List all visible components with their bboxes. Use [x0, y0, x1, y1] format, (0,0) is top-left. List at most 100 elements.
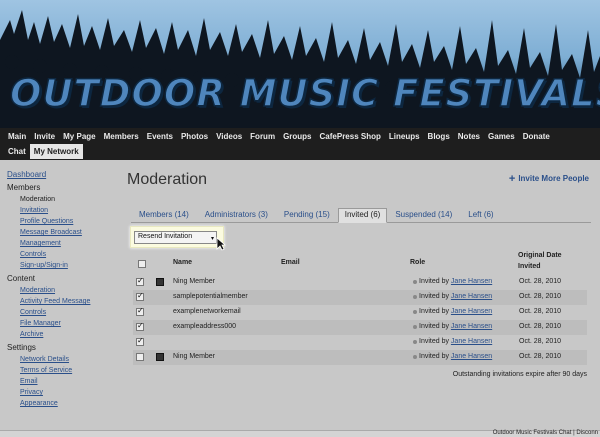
inviter-link[interactable]: Jane Hansen [451, 323, 492, 330]
row-checkbox[interactable] [136, 276, 144, 286]
tab-administrators[interactable]: Administrators (3) [197, 208, 276, 222]
role-prefix: Invited by [419, 308, 449, 315]
sidebar-item-members-message-broadcast[interactable]: Message Broadcast [20, 227, 118, 238]
sidebar-item-members-invitation[interactable]: Invitation [20, 205, 118, 216]
sidebar-item-members-moderation: Moderation [20, 196, 56, 203]
nav-item-photos[interactable]: Photos [177, 129, 212, 144]
inviter-link[interactable]: Jane Hansen [451, 338, 492, 345]
nav-item-videos[interactable]: Videos [212, 129, 246, 144]
row-checkbox[interactable] [136, 336, 144, 346]
sidebar-item-settings-network-details[interactable]: Network Details [20, 354, 118, 365]
status-dot-icon [413, 340, 417, 344]
column-header-date-line1: Original Date [518, 252, 562, 259]
member-name: examplenetworkemail [173, 308, 241, 315]
nav-item-cafepress-shop[interactable]: CafePress Shop [316, 129, 385, 144]
nav-item-blogs[interactable]: Blogs [424, 129, 454, 144]
table-header: Name Email Role Original Date Invited [135, 250, 587, 274]
sidebar-item-content-moderation[interactable]: Moderation [20, 285, 118, 296]
table-row: examplenetworkemail Invited by Jane Hanse… [133, 305, 587, 320]
sidebar-heading-content: Content [7, 274, 36, 283]
mouse-pointer-icon [216, 237, 226, 251]
sidebar-item-content-file-manager[interactable]: File Manager [20, 318, 118, 329]
inviter-link[interactable]: Jane Hansen [451, 293, 492, 300]
status-dot-icon [413, 310, 417, 314]
role-prefix: Invited by [419, 323, 449, 330]
tab-suspended[interactable]: Suspended (14) [387, 208, 460, 222]
sidebar-item-content-archive[interactable]: Archive [20, 329, 118, 340]
sidebar-item-settings-privacy[interactable]: Privacy [20, 387, 118, 398]
nav-row-primary: Main Invite My Page Members Events Photos Vide… [4, 129, 554, 144]
nav-item-groups[interactable]: Groups [279, 129, 315, 144]
invite-date: Oct. 28, 2010 [519, 308, 562, 315]
inviter-link[interactable]: Jane Hansen [451, 308, 492, 315]
chat-bar[interactable]: Outdoor Music Festivals Chat | Disconn [0, 430, 600, 437]
select-all-checkbox[interactable] [138, 260, 146, 268]
admin-sidebar: Dashboard Members Moderation Invitation Pro… [0, 160, 118, 430]
invited-table-body: Ning Member Invited by Jane Hansen Oct. 28… [133, 275, 587, 365]
member-name: Ning Member [173, 353, 216, 360]
nav-item-forum[interactable]: Forum [246, 129, 279, 144]
member-name: Ning Member [173, 278, 216, 285]
inviter-link[interactable]: Jane Hansen [451, 278, 492, 285]
row-checkbox[interactable] [136, 353, 144, 361]
tab-members[interactable]: Members (14) [131, 208, 197, 222]
sidebar-item-content-activity-feed-message[interactable]: Activity Feed Message [20, 296, 118, 307]
status-dot-icon [413, 295, 417, 299]
member-name: samplepotentialmember [173, 293, 248, 300]
invite-date: Oct. 28, 2010 [519, 278, 562, 285]
nav-item-main[interactable]: Main [4, 129, 30, 144]
page-title: Moderation [127, 171, 208, 188]
plus-icon: + [508, 172, 516, 185]
column-header-email: Email [281, 259, 300, 266]
sidebar-item-members-profile-questions[interactable]: Profile Questions [20, 216, 118, 227]
nav-item-games[interactable]: Games [484, 129, 519, 144]
nav-item-invite[interactable]: Invite [30, 129, 59, 144]
role-cell: Invited by Jane Hansen [419, 308, 492, 315]
bulk-action-select[interactable]: Resend Invitation ▾ [134, 231, 217, 244]
sidebar-item-settings-terms-of-service[interactable]: Terms of Service [20, 365, 118, 376]
role-prefix: Invited by [419, 278, 449, 285]
nav-item-notes[interactable]: Notes [454, 129, 484, 144]
sidebar-item-members-management[interactable]: Management [20, 238, 118, 249]
row-checkbox[interactable] [136, 291, 144, 301]
nav-item-chat[interactable]: Chat [4, 144, 30, 159]
inviter-link[interactable]: Jane Hansen [451, 353, 492, 360]
bulk-action-highlight: Resend Invitation ▾ [130, 226, 226, 251]
tab-invited[interactable]: Invited (6) [337, 208, 388, 223]
sidebar-item-settings-appearance[interactable]: Appearance [20, 398, 118, 409]
nav-item-my-page[interactable]: My Page [59, 129, 99, 144]
page-root: OUTDOOR MUSIC FESTIVALS Main Invite My Pag… [0, 0, 600, 437]
column-header-role: Role [410, 259, 426, 266]
sidebar-item-members-sign-up-sign-in[interactable]: Sign-up/Sign-in [20, 260, 118, 271]
main-nav: Main Invite My Page Members Events Photos Vide… [0, 128, 600, 160]
chat-bar-label: Outdoor Music Festivals Chat | Disconn [492, 430, 598, 436]
nav-item-events[interactable]: Events [143, 129, 177, 144]
nav-item-lineups[interactable]: Lineups [385, 129, 424, 144]
main-content: Moderation + Invite More People Members … [118, 160, 600, 430]
dropdown-arrow-icon: ▾ [210, 236, 214, 242]
bulk-action-selected-value: Resend Invitation [138, 233, 193, 240]
nav-item-donate[interactable]: Donate [519, 129, 554, 144]
tab-left[interactable]: Left (6) [460, 208, 501, 222]
table-row: exampleaddress000 Invited by Jane Hansen O… [133, 320, 587, 335]
invite-date: Oct. 28, 2010 [519, 338, 562, 345]
tab-pending[interactable]: Pending (15) [276, 208, 338, 222]
role-cell: Invited by Jane Hansen [419, 338, 492, 345]
sidebar-item-settings-email[interactable]: Email [20, 376, 118, 387]
row-checkbox[interactable] [136, 306, 144, 316]
role-cell: Invited by Jane Hansen [419, 293, 492, 300]
invite-more-people-link[interactable]: + Invite More People [508, 172, 589, 185]
sidebar-item-members-controls[interactable]: Controls [20, 249, 118, 260]
invite-more-label: Invite More People [518, 174, 589, 183]
avatar [156, 353, 164, 361]
nav-item-my-network[interactable]: My Network [29, 144, 83, 159]
sidebar-dashboard-link[interactable]: Dashboard [7, 170, 118, 179]
nav-row-secondary: Chat My Network [4, 144, 83, 159]
status-dot-icon [413, 280, 417, 284]
status-dot-icon [413, 355, 417, 359]
nav-item-members[interactable]: Members [100, 129, 143, 144]
table-row: Ning Member Invited by Jane Hansen Oct. 28… [133, 350, 587, 365]
sidebar-item-content-controls[interactable]: Controls [20, 307, 118, 318]
row-checkbox[interactable] [136, 321, 144, 331]
invite-date: Oct. 28, 2010 [519, 293, 562, 300]
